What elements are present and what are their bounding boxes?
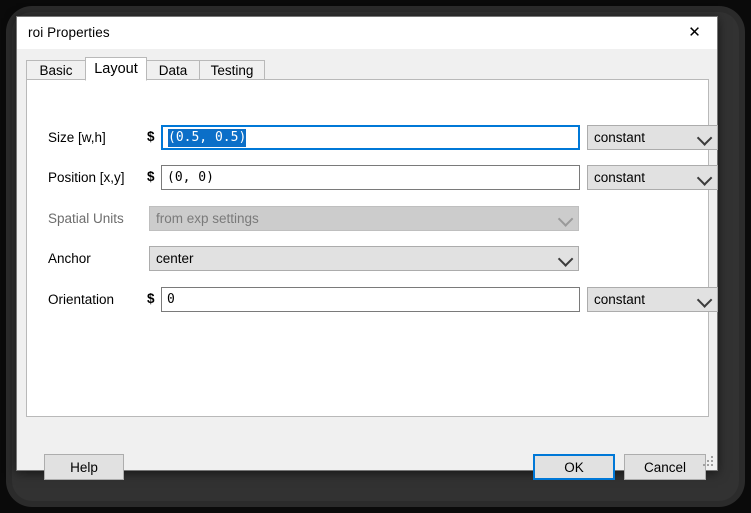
input-value-size-wh: (0.5, 0.5) bbox=[168, 128, 247, 147]
tab-label: Testing bbox=[210, 62, 254, 78]
input-orientation[interactable]: 0 bbox=[161, 287, 580, 312]
close-button[interactable]: ✕ bbox=[672, 17, 717, 48]
dropdown-value-anchor: center bbox=[156, 251, 194, 266]
ok-button[interactable]: OK bbox=[533, 454, 615, 480]
properties-dialog: roi Properties ✕ Basic Layout Data Testing … bbox=[16, 16, 718, 480]
dollar-prefix-orientation[interactable]: $ bbox=[147, 291, 155, 306]
mode-dropdown-size-wh[interactable]: constant bbox=[587, 125, 718, 150]
title-bar: roi Properties ✕ bbox=[17, 17, 717, 49]
tab-data[interactable]: Data bbox=[146, 60, 200, 80]
resize-grip[interactable] bbox=[703, 456, 715, 468]
chevron-down-icon bbox=[696, 129, 713, 146]
help-button-label: Help bbox=[70, 459, 98, 475]
chevron-down-icon bbox=[557, 210, 574, 227]
label-orientation: Orientation bbox=[48, 292, 115, 307]
help-button[interactable]: Help bbox=[44, 454, 124, 480]
chevron-down-icon bbox=[696, 291, 713, 308]
chevron-down-icon bbox=[696, 169, 713, 186]
input-value-orientation: 0 bbox=[167, 292, 175, 307]
chevron-down-icon bbox=[557, 250, 574, 267]
cancel-button-label: Cancel bbox=[643, 459, 687, 475]
label-spatial-units: Spatial Units bbox=[48, 211, 124, 226]
label-anchor: Anchor bbox=[48, 251, 91, 266]
input-size-wh[interactable]: (0.5, 0.5) bbox=[161, 125, 580, 150]
tab-strip: Basic Layout Data Testing bbox=[26, 57, 709, 81]
tab-page-layout: Size [w,h] $ (0.5, 0.5) constant Position [x… bbox=[26, 79, 718, 417]
input-position-xy[interactable]: (0, 0) bbox=[161, 165, 580, 190]
tab-label: Layout bbox=[94, 61, 138, 77]
tab-basic[interactable]: Basic bbox=[26, 60, 86, 80]
cancel-button[interactable]: Cancel bbox=[624, 454, 706, 480]
mode-dropdown-position-xy[interactable]: constant bbox=[587, 165, 718, 190]
tab-testing[interactable]: Testing bbox=[199, 60, 265, 80]
mode-dropdown-value-orientation: constant bbox=[594, 292, 646, 307]
close-icon: ✕ bbox=[688, 23, 701, 41]
window-title: roi Properties bbox=[28, 25, 110, 40]
mode-dropdown-value-size-wh: constant bbox=[594, 130, 646, 145]
dropdown-anchor[interactable]: center bbox=[149, 246, 579, 271]
mode-dropdown-orientation[interactable]: constant bbox=[587, 287, 718, 312]
ok-button-label: OK bbox=[564, 459, 584, 475]
dollar-prefix-position-xy[interactable]: $ bbox=[147, 169, 155, 184]
label-position-xy: Position [x,y] bbox=[48, 170, 125, 185]
mode-dropdown-value-position-xy: constant bbox=[594, 170, 646, 185]
dollar-prefix-size-wh[interactable]: $ bbox=[147, 129, 155, 144]
tab-label: Data bbox=[158, 62, 188, 78]
dropdown-value-spatial-units: from exp settings bbox=[156, 211, 259, 226]
label-size-wh: Size [w,h] bbox=[48, 130, 106, 145]
dropdown-spatial-units: from exp settings bbox=[149, 206, 579, 231]
tab-layout[interactable]: Layout bbox=[85, 57, 147, 81]
input-value-position-xy: (0, 0) bbox=[167, 170, 214, 185]
tab-label: Basic bbox=[39, 62, 73, 78]
